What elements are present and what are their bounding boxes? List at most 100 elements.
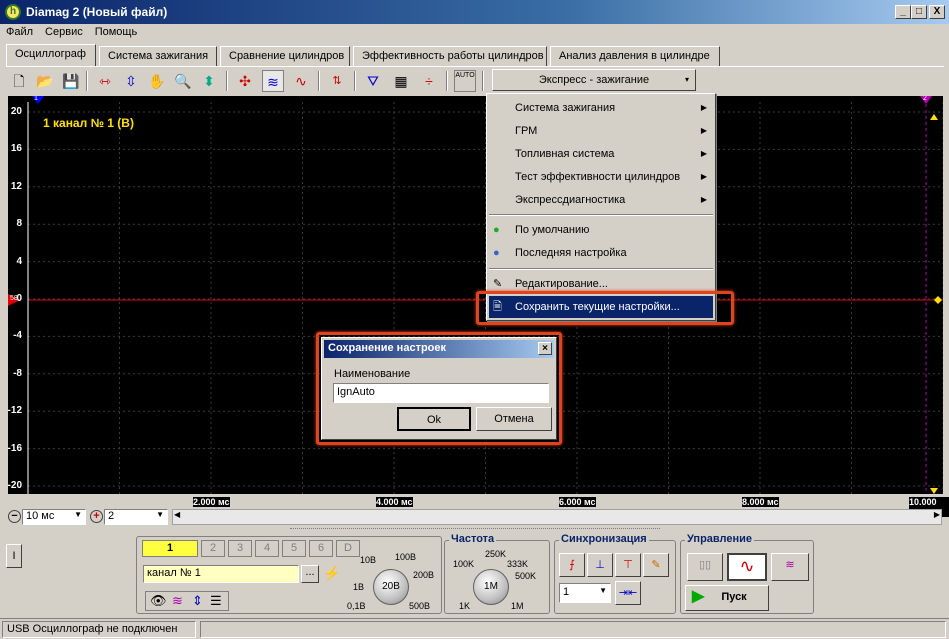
start-button[interactable]: ▶ Пуск xyxy=(685,585,769,611)
dialog-close-icon[interactable]: × xyxy=(538,342,552,355)
status-panel xyxy=(200,621,946,638)
menu-item-label: Система зажигания xyxy=(515,102,616,114)
bottom-marker[interactable] xyxy=(930,488,938,494)
fit-icon[interactable]: ⬍ xyxy=(198,70,220,92)
submenu-arrow-icon: ▶ xyxy=(700,126,707,135)
grid-icon[interactable]: ▦ xyxy=(390,70,412,92)
window-title: Diamag 2 (Новый файл) xyxy=(26,5,168,19)
freq-label-100k: 100K xyxy=(453,559,475,569)
channels-group: 1 2 3 4 5 6 D канал № 1 ... ⚡ 👁 ≋ ⇕ ☰ 10… xyxy=(136,536,442,614)
menu-file[interactable]: Файл xyxy=(0,24,39,40)
menu-item-ignition[interactable]: Система зажигания ▶ xyxy=(489,97,713,119)
sync-channel-select[interactable]: 1 ▼ xyxy=(559,583,611,603)
horizontal-scrollbar[interactable]: ◀ ▶ xyxy=(172,509,942,525)
zoom-icon[interactable]: 🔍 xyxy=(172,70,194,92)
top-marker[interactable] xyxy=(930,114,938,120)
pause-icon[interactable]: ▯▯ xyxy=(687,553,723,581)
ok-button[interactable]: Ok xyxy=(397,407,471,431)
auto-icon[interactable]: AUTO xyxy=(454,70,476,92)
menu-item-label: Топливная система xyxy=(515,148,615,160)
channel-name-browse[interactable]: ... xyxy=(301,565,319,583)
rising-edge-icon[interactable]: ⨍ xyxy=(559,553,585,577)
menu-item-fuel[interactable]: Топливная система ▶ xyxy=(489,143,713,165)
control-panel: I 1 2 3 4 5 6 D канал № 1 ... ⚡ 👁 ≋ ⇕ ☰ … xyxy=(0,528,949,616)
maximize-button[interactable]: □ xyxy=(911,5,927,19)
menu-item-cylinder-test[interactable]: Тест эффективности цилиндров ▶ xyxy=(489,166,713,188)
y-tick-label: -4 xyxy=(13,330,22,342)
rising-sync-icon[interactable]: ⊥ xyxy=(587,553,613,577)
minus-icon[interactable]: − xyxy=(8,510,21,523)
open-folder-icon[interactable]: 📂 xyxy=(34,70,56,92)
close-button[interactable]: X xyxy=(929,5,945,19)
filter-icon[interactable]: ⛛ xyxy=(362,70,384,92)
pen-sync-icon[interactable]: ✎ xyxy=(643,553,669,577)
toolbar-separator xyxy=(86,71,88,91)
frequency-knob[interactable]: 1M xyxy=(473,569,509,605)
scroll-left-icon[interactable]: ◀ xyxy=(174,510,180,519)
menu-bar: Файл Сервис Помощь xyxy=(0,24,949,42)
multi-wave-icon[interactable]: ≋ xyxy=(771,553,809,581)
minimize-button[interactable]: _ xyxy=(895,5,911,19)
updown-icon[interactable]: ⇕ xyxy=(192,593,203,609)
compress-icon[interactable]: ✣ xyxy=(234,70,256,92)
toolbar-separator xyxy=(354,71,356,91)
side-button[interactable]: I xyxy=(6,544,22,568)
waveform-icon[interactable]: ≋ xyxy=(172,593,183,609)
time-div-select[interactable]: 10 мс ▼ xyxy=(22,509,86,525)
lines-icon[interactable]: ☰ xyxy=(210,593,222,609)
scale-bar: − 10 мс ▼ + 2 ▼ ◀ ▶ xyxy=(6,508,944,526)
channel-1-button[interactable]: 1 xyxy=(142,540,198,557)
menu-separator xyxy=(489,214,713,216)
hand-icon[interactable]: ✋ xyxy=(146,70,168,92)
cursor-1-label: 1 xyxy=(34,96,38,102)
channel-6-button[interactable]: 6 xyxy=(309,540,333,557)
scroll-right-icon[interactable]: ▶ xyxy=(934,510,940,519)
tab-pressure[interactable]: Анализ давления в цилиндре xyxy=(550,46,720,66)
name-input[interactable]: IgnAuto xyxy=(333,383,549,403)
frequency-group: Частота 250K 100K 333K 500K 1K 1M 1M xyxy=(444,533,550,614)
split-icon[interactable]: ÷ xyxy=(418,70,440,92)
menu-help[interactable]: Помощь xyxy=(89,24,144,40)
tab-cylinder-efficiency[interactable]: Эффективность работы цилиндров xyxy=(353,46,547,66)
splitter[interactable] xyxy=(290,528,660,532)
menu-item-timing[interactable]: ГРМ ▶ xyxy=(489,120,713,142)
menu-item-last[interactable]: ● Последняя настройка xyxy=(489,242,713,264)
spectrum-icon[interactable]: ∿ xyxy=(290,70,312,92)
falling-sync-icon[interactable]: ⊤ xyxy=(615,553,641,577)
tab-ignition[interactable]: Система зажигания xyxy=(99,46,217,66)
v-cursor-icon[interactable]: ⇳ xyxy=(120,70,142,92)
tab-oscilloscope[interactable]: Осциллограф xyxy=(6,44,96,66)
channel-4-button[interactable]: 4 xyxy=(255,540,279,557)
preset-dropdown[interactable]: Экспресс - зажигание ▾ xyxy=(492,69,696,91)
level-marker-right[interactable] xyxy=(934,296,942,304)
voltage-range-knob[interactable]: 20В xyxy=(373,569,409,605)
channel-name-input[interactable]: канал № 1 xyxy=(143,565,299,583)
center-icon[interactable]: ⇥⇤ xyxy=(615,581,641,605)
channel-3-button[interactable]: 3 xyxy=(228,540,252,557)
menu-item-default[interactable]: ● По умолчанию xyxy=(489,219,713,241)
sine-mode-icon[interactable]: ∿ xyxy=(727,553,767,581)
probe-icon[interactable]: ⚡ xyxy=(323,565,340,582)
freq-label-500k: 500K xyxy=(515,571,537,581)
y-tick-label: -8 xyxy=(13,367,22,379)
range-label-500v: 500В xyxy=(409,601,431,611)
channel-d-button[interactable]: D xyxy=(336,540,360,557)
tab-cylinder-compare[interactable]: Сравнение цилиндров xyxy=(220,46,350,66)
preset-label: Экспресс - зажигание xyxy=(538,74,650,86)
waves-icon[interactable]: ≋ xyxy=(262,70,284,92)
title-bar: h Diamag 2 (Новый файл) _ □ X xyxy=(0,0,949,24)
y-tick-label: 8 xyxy=(16,218,22,230)
menu-item-express-diag[interactable]: Экспрессдиагностика ▶ xyxy=(489,189,713,211)
new-file-icon[interactable]: 🗋 xyxy=(8,70,30,92)
eye-icon[interactable]: 👁 xyxy=(150,593,167,609)
control-title: Управление xyxy=(685,533,755,545)
channel-select[interactable]: 2 ▼ xyxy=(104,509,168,525)
plus-icon[interactable]: + xyxy=(90,510,103,523)
auto-scale-icon[interactable]: ⇅ xyxy=(326,70,348,92)
h-cursor-icon[interactable]: ⇿ xyxy=(94,70,116,92)
cancel-button[interactable]: Отмена xyxy=(476,407,552,431)
channel-5-button[interactable]: 5 xyxy=(282,540,306,557)
channel-2-button[interactable]: 2 xyxy=(201,540,225,557)
save-icon[interactable]: 💾 xyxy=(60,70,82,92)
menu-service[interactable]: Сервис xyxy=(39,24,89,40)
